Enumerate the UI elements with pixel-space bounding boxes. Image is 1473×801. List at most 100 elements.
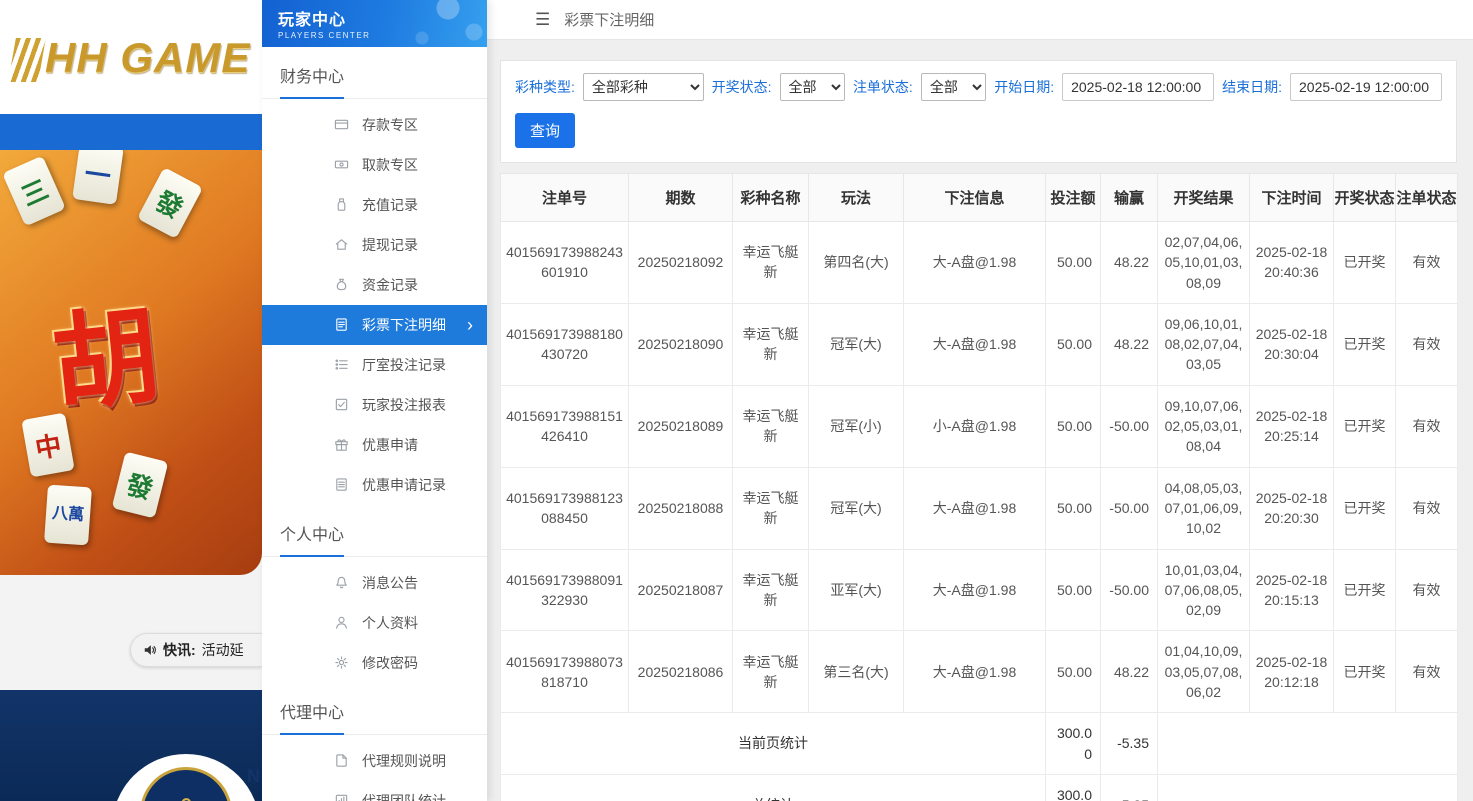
sidebar-sections: 财务中心存款专区取款专区充值记录提现记录资金记录彩票下注明细›厅室投注记录玩家投… bbox=[262, 47, 487, 801]
summary-row: 当前页统计300.00-5.35 bbox=[501, 713, 1458, 775]
sidebar-item-profile[interactable]: 个人资料 bbox=[262, 603, 487, 643]
sidebar-item-label: 个人资料 bbox=[362, 613, 418, 633]
column-header-period: 期数 bbox=[629, 174, 733, 222]
promo-apply-icon bbox=[334, 437, 350, 453]
sidebar-item-announcements[interactable]: 消息公告 bbox=[262, 563, 487, 603]
sidebar-item-label: 存款专区 bbox=[362, 115, 418, 135]
cell-period: 20250218092 bbox=[629, 222, 733, 304]
cell-draw-status: 已开奖 bbox=[1334, 222, 1396, 304]
column-header-play-type: 玩法 bbox=[809, 174, 904, 222]
sidebar-item-change-password[interactable]: 修改密码 bbox=[262, 643, 487, 683]
sidebar-item-lottery-bet-details[interactable]: 彩票下注明细› bbox=[262, 305, 487, 345]
sidebar-item-recharge-records[interactable]: 充值记录 bbox=[262, 185, 487, 225]
sidebar-item-withdrawal-records[interactable]: 提现记录 bbox=[262, 225, 487, 265]
cell-order-status: 有效 bbox=[1396, 467, 1458, 549]
main-content: ☰ 彩票下注明细 彩种类型: 全部彩种 开奖状态: 全部 注单状态: 全部 开始… bbox=[487, 0, 1473, 801]
cell-draw-result: 04,08,05,03,07,01,06,09,10,02 bbox=[1158, 467, 1250, 549]
cell-order-id: 401569173988180430720 bbox=[501, 303, 629, 385]
column-header-bet-amount: 投注额 bbox=[1046, 174, 1101, 222]
cell-lottery-name: 幸运飞艇新 bbox=[733, 631, 809, 713]
cell-order-id: 401569173988243601910 bbox=[501, 222, 629, 304]
footer-text: N bbox=[247, 766, 260, 787]
sidebar-item-label: 优惠申请 bbox=[362, 435, 418, 455]
cell-bet-time: 2025-02-18 20:15:13 bbox=[1250, 549, 1334, 631]
cell-play-type: 冠军(大) bbox=[809, 467, 904, 549]
cell-win-loss: 48.22 bbox=[1101, 303, 1158, 385]
hu-character: 胡 bbox=[44, 269, 166, 433]
cell-bet-info: 大-A盘@1.98 bbox=[904, 549, 1046, 631]
profile-icon bbox=[334, 615, 350, 631]
news-ticker[interactable]: 快讯: 活动延 bbox=[130, 633, 262, 667]
table-row: 40156917398824360191020250218092幸运飞艇新第四名… bbox=[501, 222, 1458, 304]
column-header-bet-time: 下注时间 bbox=[1250, 174, 1334, 222]
sidebar-title: 玩家中心 bbox=[278, 6, 487, 30]
cell-bet-time: 2025-02-18 20:30:04 bbox=[1250, 303, 1334, 385]
cell-lottery-name: 幸运飞艇新 bbox=[733, 303, 809, 385]
cell-bet-info: 大-A盘@1.98 bbox=[904, 303, 1046, 385]
sidebar-item-funds-records[interactable]: 资金记录 bbox=[262, 265, 487, 305]
query-button[interactable]: 查询 bbox=[515, 113, 575, 148]
cell-order-id: 401569173988091322930 bbox=[501, 549, 629, 631]
sidebar-item-player-bet-report[interactable]: 玩家投注报表 bbox=[262, 385, 487, 425]
sidebar-item-withdraw-area[interactable]: 取款专区 bbox=[262, 145, 487, 185]
cell-period: 20250218090 bbox=[629, 303, 733, 385]
mahjong-tile: 一 bbox=[72, 150, 124, 205]
sidebar-item-label: 彩票下注明细 bbox=[362, 315, 446, 335]
cell-play-type: 第四名(大) bbox=[809, 222, 904, 304]
draw-status-select[interactable]: 全部 bbox=[780, 73, 845, 101]
summary-row: 总统计300.00-5.35 bbox=[501, 774, 1458, 801]
sidebar-item-agent-rules[interactable]: 代理规则说明 bbox=[262, 741, 487, 781]
sidebar-item-promo-apply-records[interactable]: 优惠申请记录 bbox=[262, 465, 487, 505]
summary-bet-amount: 300.00 bbox=[1046, 713, 1101, 775]
lottery-type-select[interactable]: 全部彩种 bbox=[583, 73, 704, 101]
table-row: 40156917398809132293020250218087幸运飞艇新亚军(… bbox=[501, 549, 1458, 631]
cell-play-type: 第三名(大) bbox=[809, 631, 904, 713]
site-header: HH GAME bbox=[0, 0, 262, 114]
cell-win-loss: 48.22 bbox=[1101, 631, 1158, 713]
cell-bet-amount: 50.00 bbox=[1046, 467, 1101, 549]
sidebar-section-title: 代理中心 bbox=[262, 683, 487, 735]
site-navbar bbox=[0, 114, 262, 150]
cell-bet-time: 2025-02-18 20:25:14 bbox=[1250, 385, 1334, 467]
start-date-input[interactable] bbox=[1062, 73, 1214, 101]
cell-play-type: 冠军(大) bbox=[809, 303, 904, 385]
cell-order-id: 401569173988123088450 bbox=[501, 467, 629, 549]
column-header-win-loss: 输赢 bbox=[1101, 174, 1158, 222]
cell-draw-status: 已开奖 bbox=[1334, 385, 1396, 467]
sidebar-item-agent-team-stats[interactable]: 代理团队统计 bbox=[262, 781, 487, 801]
sidebar-item-hall-bet-records[interactable]: 厅室投注记录 bbox=[262, 345, 487, 385]
summary-empty bbox=[1158, 774, 1458, 801]
deposit-icon bbox=[334, 117, 350, 133]
mahjong-tile: 三 bbox=[2, 156, 66, 227]
cell-win-loss: 48.22 bbox=[1101, 222, 1158, 304]
sidebar-item-label: 取款专区 bbox=[362, 155, 418, 175]
summary-bet-amount: 300.00 bbox=[1046, 774, 1101, 801]
cell-bet-amount: 50.00 bbox=[1046, 303, 1101, 385]
agent-team-icon bbox=[334, 793, 350, 801]
cell-bet-time: 2025-02-18 20:20:30 bbox=[1250, 467, 1334, 549]
summary-label: 总统计 bbox=[501, 774, 1046, 801]
cell-order-id: 401569173988073818710 bbox=[501, 631, 629, 713]
table-row: 40156917398807381871020250218086幸运飞艇新第三名… bbox=[501, 631, 1458, 713]
recharge-icon bbox=[334, 197, 350, 213]
start-date-label: 开始日期: bbox=[994, 77, 1054, 97]
end-date-label: 结束日期: bbox=[1222, 77, 1282, 97]
column-header-draw-status: 开奖状态 bbox=[1334, 174, 1396, 222]
cell-bet-amount: 50.00 bbox=[1046, 631, 1101, 713]
filter-panel: 彩种类型: 全部彩种 开奖状态: 全部 注单状态: 全部 开始日期: 结束日期:… bbox=[500, 60, 1457, 163]
sidebar-item-promo-apply[interactable]: 优惠申请 bbox=[262, 425, 487, 465]
cell-bet-amount: 50.00 bbox=[1046, 385, 1101, 467]
sidebar-item-label: 代理规则说明 bbox=[362, 751, 446, 771]
end-date-input[interactable] bbox=[1290, 73, 1442, 101]
cell-bet-info: 大-A盘@1.98 bbox=[904, 222, 1046, 304]
site-logo[interactable]: HH GAME bbox=[0, 0, 262, 82]
sidebar-item-label: 厅室投注记录 bbox=[362, 355, 446, 375]
summary-win-loss: -5.35 bbox=[1101, 713, 1158, 775]
menu-toggle-icon[interactable]: ☰ bbox=[535, 10, 550, 30]
cell-bet-amount: 50.00 bbox=[1046, 549, 1101, 631]
order-status-select[interactable]: 全部 bbox=[921, 73, 986, 101]
cell-order-status: 有效 bbox=[1396, 549, 1458, 631]
sidebar-item-deposit-area[interactable]: 存款专区 bbox=[262, 105, 487, 145]
background-site: HH GAME 三 一 發 胡 中 發 八萬 快讯: 活动延 ⚓ N bbox=[0, 0, 262, 801]
cell-bet-amount: 50.00 bbox=[1046, 222, 1101, 304]
